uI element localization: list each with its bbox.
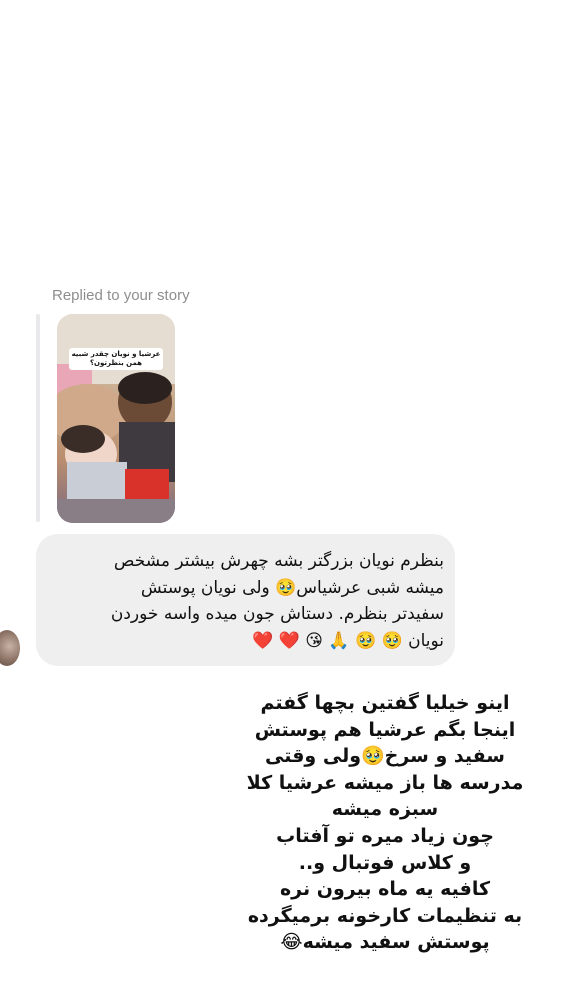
message-text: بنظرم نویان بزرگتر بشه چهرش بیشتر مشخص م…	[110, 551, 444, 651]
story-photo	[57, 314, 175, 523]
reply-label: Replied to your story	[52, 287, 190, 304]
sender-avatar[interactable]	[0, 630, 20, 666]
reply-quote-bar	[36, 314, 40, 522]
story-overlay-text: اینو خیلیا گفتین بچها گفتم اینجا بگم عرش…	[246, 692, 524, 954]
story-thumbnail[interactable]: عرشیا و نویان چقدر شبیه همن بنظرتون؟	[57, 314, 175, 523]
story-caption: عرشیا و نویان چقدر شبیه همن بنظرتون؟	[69, 348, 163, 370]
message-bubble[interactable]: بنظرم نویان بزرگتر بشه چهرش بیشتر مشخص م…	[36, 534, 455, 666]
